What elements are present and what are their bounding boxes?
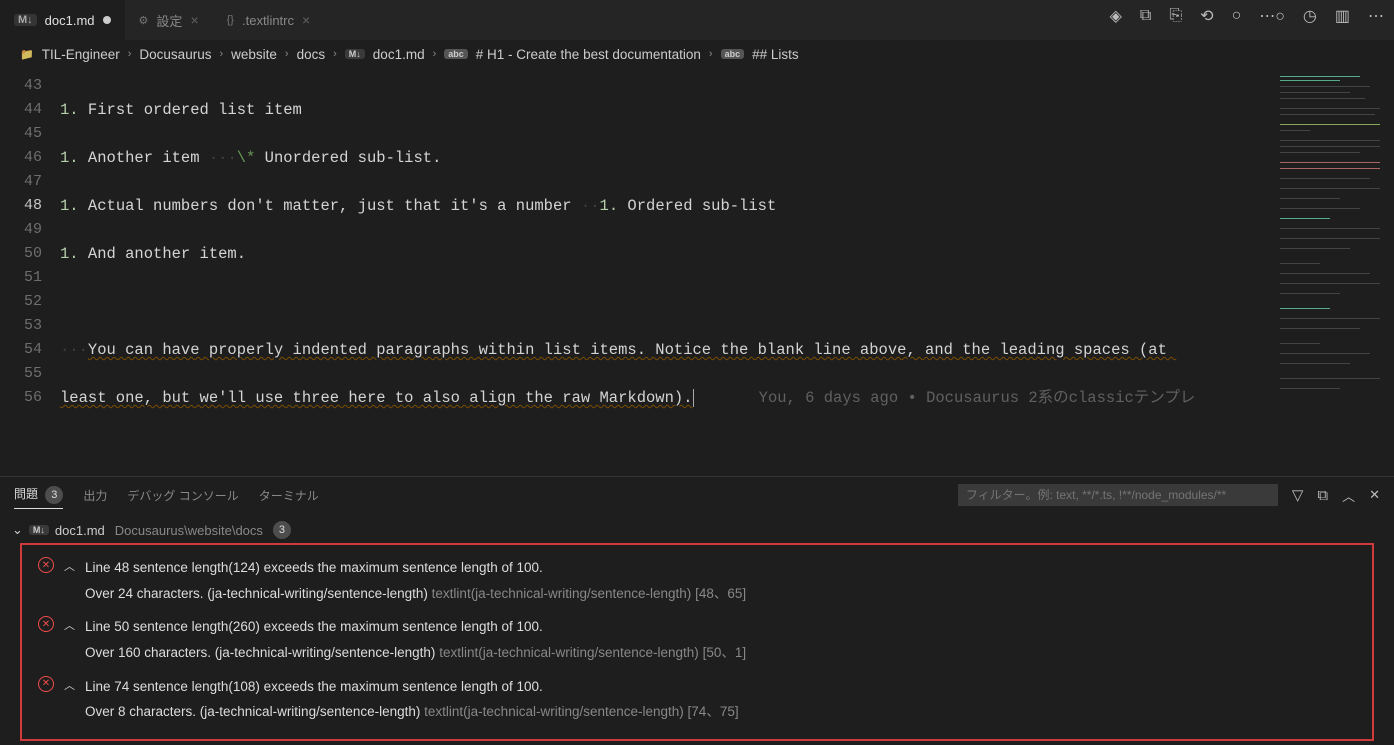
breadcrumb-item[interactable]: ## Lists bbox=[752, 47, 799, 62]
error-icon: ✕ bbox=[38, 557, 54, 573]
action-icon[interactable]: ◈ bbox=[1110, 6, 1122, 26]
panel-tabs: 問題 3 出力 デバッグ コンソール ターミナル ▽ ⧉ ︿ ✕ bbox=[0, 477, 1394, 513]
breadcrumb-item[interactable]: docs bbox=[297, 47, 326, 62]
code-content[interactable]: 1. First ordered list item 1. Another it… bbox=[60, 68, 1274, 476]
breadcrumb-item[interactable]: # H1 - Create the best documentation bbox=[476, 47, 701, 62]
chevron-up-icon[interactable]: ︿ bbox=[64, 617, 75, 633]
problems-list: ⌄ M↓ doc1.md Docusaurus\website\docs 3 ✕… bbox=[0, 513, 1394, 745]
tab-terminal[interactable]: ターミナル bbox=[259, 483, 319, 508]
chevron-up-icon[interactable]: ︿ bbox=[64, 677, 75, 693]
folder-icon: 📁 bbox=[20, 48, 34, 61]
tab-output[interactable]: 出力 bbox=[83, 483, 107, 508]
problem-source: textlint(ja-technical-writing/sentence-l… bbox=[439, 645, 699, 660]
problem-item[interactable]: ✕ ︿ Line 48 sentence length(124) exceeds… bbox=[38, 551, 1356, 610]
breadcrumb-item[interactable]: website bbox=[231, 47, 277, 62]
problem-message: Line 48 sentence length(124) exceeds the… bbox=[85, 560, 543, 575]
editor-title-actions: ◈ ⧉ ⎘ ⟲ ○ ⋯○ ◷ ▥ ⋯ bbox=[1110, 6, 1384, 26]
tab-label: 設定 bbox=[156, 11, 182, 30]
markdown-icon: M↓ bbox=[345, 49, 365, 59]
json-icon: {} bbox=[227, 14, 234, 26]
tab-doc1[interactable]: M↓ doc1.md bbox=[0, 0, 125, 40]
problem-detail: Over 160 characters. (ja-technical-writi… bbox=[85, 645, 435, 660]
close-icon[interactable]: × bbox=[190, 12, 198, 28]
action-icon[interactable]: ⋯○ bbox=[1259, 6, 1285, 26]
tab-label: .textlintrc bbox=[242, 13, 294, 28]
error-icon: ✕ bbox=[38, 616, 54, 632]
problem-location: [50、1] bbox=[703, 645, 747, 660]
problem-source: textlint(ja-technical-writing/sentence-l… bbox=[424, 704, 684, 719]
problem-location: [74、75] bbox=[688, 704, 739, 719]
tab-label: doc1.md bbox=[45, 13, 95, 28]
tab-debug-console[interactable]: デバッグ コンソール bbox=[127, 483, 238, 508]
breadcrumb-item[interactable]: doc1.md bbox=[373, 47, 425, 62]
clock-icon[interactable]: ◷ bbox=[1303, 6, 1317, 26]
open-preview-icon[interactable]: ⧉ bbox=[1140, 7, 1151, 25]
problems-count-badge: 3 bbox=[45, 486, 63, 504]
close-panel-icon[interactable]: ✕ bbox=[1369, 487, 1380, 503]
collapse-all-icon[interactable]: ⧉ bbox=[1317, 487, 1328, 504]
tab-problems[interactable]: 問題 3 bbox=[14, 481, 63, 509]
filter-icon[interactable]: ▽ bbox=[1292, 486, 1304, 504]
error-icon: ✕ bbox=[38, 676, 54, 692]
chevron-right-icon: › bbox=[433, 48, 437, 60]
line-number-gutter: 43 44 45 46 47 48 49 50 51 52 53 54 55 5… bbox=[0, 68, 60, 476]
editor[interactable]: 43 44 45 46 47 48 49 50 51 52 53 54 55 5… bbox=[0, 68, 1394, 476]
chevron-right-icon: › bbox=[285, 48, 289, 60]
breadcrumb-item[interactable]: TIL-Engineer bbox=[42, 47, 120, 62]
git-blame-annotation: You, 6 days ago • Docusaurus 2系のclassicテ… bbox=[759, 389, 1196, 407]
problems-highlight-box: ✕ ︿ Line 48 sentence length(124) exceeds… bbox=[20, 543, 1374, 741]
split-icon[interactable]: ⎘ bbox=[1169, 7, 1182, 25]
problem-item[interactable]: ✕ ︿ Line 50 sentence length(260) exceeds… bbox=[38, 610, 1356, 669]
minimap[interactable] bbox=[1274, 68, 1394, 476]
symbol-icon: abc bbox=[721, 49, 745, 59]
chevron-right-icon: › bbox=[709, 48, 713, 60]
revert-icon[interactable]: ⟲ bbox=[1200, 6, 1213, 26]
problem-message: Line 50 sentence length(260) exceeds the… bbox=[85, 619, 543, 634]
file-problems-count-badge: 3 bbox=[273, 521, 291, 539]
chevron-right-icon: › bbox=[128, 48, 132, 60]
problem-item[interactable]: ✕ ︿ Line 74 sentence length(108) exceeds… bbox=[38, 670, 1356, 729]
bottom-panel: 問題 3 出力 デバッグ コンソール ターミナル ▽ ⧉ ︿ ✕ ⌄ M↓ do… bbox=[0, 476, 1394, 728]
close-icon[interactable]: × bbox=[302, 12, 310, 28]
problem-detail: Over 24 characters. (ja-technical-writin… bbox=[85, 586, 428, 601]
more-icon[interactable]: ⋯ bbox=[1368, 6, 1384, 26]
gear-icon: ⚙ bbox=[139, 14, 149, 27]
tab-textlintrc[interactable]: {} .textlintrc × bbox=[213, 0, 325, 40]
chevron-down-icon: ⌄ bbox=[12, 522, 23, 538]
dirty-indicator-icon bbox=[103, 16, 111, 24]
symbol-icon: abc bbox=[444, 49, 468, 59]
tab-settings[interactable]: ⚙ 設定 × bbox=[125, 0, 213, 40]
file-path: Docusaurus\website\docs bbox=[115, 523, 263, 538]
breadcrumb[interactable]: 📁 TIL-Engineer › Docusaurus › website › … bbox=[0, 40, 1394, 68]
problem-message: Line 74 sentence length(108) exceeds the… bbox=[85, 679, 543, 694]
chevron-right-icon: › bbox=[219, 48, 223, 60]
chevron-right-icon: › bbox=[333, 48, 337, 60]
problem-source: textlint(ja-technical-writing/sentence-l… bbox=[432, 586, 692, 601]
markdown-icon: M↓ bbox=[14, 14, 37, 26]
problem-detail: Over 8 characters. (ja-technical-writing… bbox=[85, 704, 420, 719]
split-editor-icon[interactable]: ▥ bbox=[1335, 6, 1350, 26]
file-name: doc1.md bbox=[55, 523, 105, 538]
chevron-up-icon[interactable]: ︿ bbox=[1342, 486, 1355, 505]
problem-location: [48、65] bbox=[695, 586, 746, 601]
markdown-icon: M↓ bbox=[29, 525, 49, 535]
action-icon[interactable]: ○ bbox=[1232, 7, 1242, 25]
breadcrumb-item[interactable]: Docusaurus bbox=[139, 47, 211, 62]
problems-file-row[interactable]: ⌄ M↓ doc1.md Docusaurus\website\docs 3 bbox=[12, 517, 1382, 543]
chevron-up-icon[interactable]: ︿ bbox=[64, 558, 75, 574]
problems-filter-input[interactable] bbox=[958, 484, 1278, 506]
